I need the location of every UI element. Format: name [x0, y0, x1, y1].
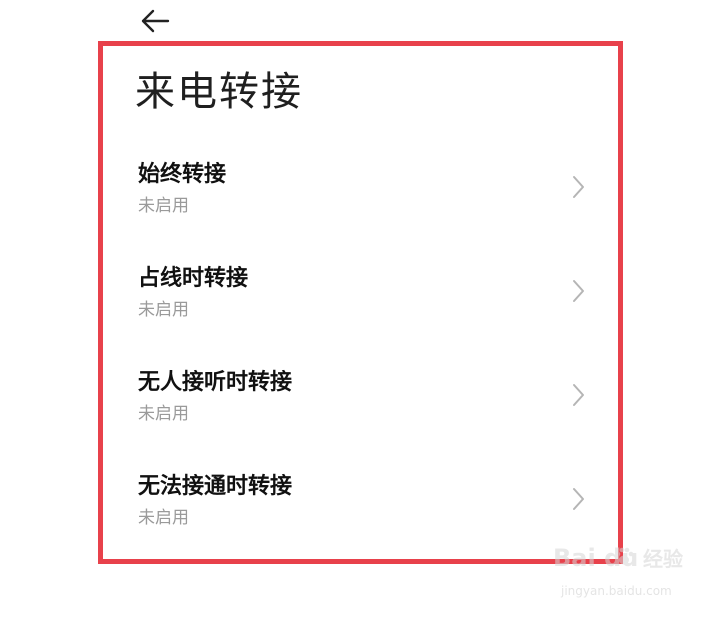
setting-item-unreachable-forward[interactable]: 无法接通时转接 未启用 — [105, 472, 615, 558]
back-button[interactable] — [138, 6, 172, 36]
arrow-left-icon — [141, 9, 170, 33]
setting-item-busy-forward[interactable]: 占线时转接 未启用 — [105, 264, 615, 350]
item-title: 占线时转接 — [138, 266, 249, 291]
paw-icon — [613, 545, 635, 567]
chevron-right-icon — [571, 174, 587, 200]
item-status: 未启用 — [138, 508, 189, 528]
item-status: 未启用 — [138, 404, 189, 424]
watermark-brand: 经验 — [643, 547, 683, 571]
page-title: 来电转接 — [135, 69, 303, 115]
setting-item-always-forward[interactable]: 始终转接 未启用 — [105, 160, 615, 246]
item-status: 未启用 — [138, 196, 189, 216]
watermark: Bai du 经验 jingyan.baidu.com — [553, 543, 703, 605]
chevron-right-icon — [571, 382, 587, 408]
item-title: 始终转接 — [138, 162, 227, 187]
item-title: 无人接听时转接 — [138, 370, 293, 395]
chevron-right-icon — [571, 278, 587, 304]
setting-item-no-answer-forward[interactable]: 无人接听时转接 未启用 — [105, 368, 615, 454]
watermark-url: jingyan.baidu.com — [561, 584, 672, 598]
item-status: 未启用 — [138, 300, 189, 320]
item-title: 无法接通时转接 — [138, 474, 293, 499]
chevron-right-icon — [571, 486, 587, 512]
